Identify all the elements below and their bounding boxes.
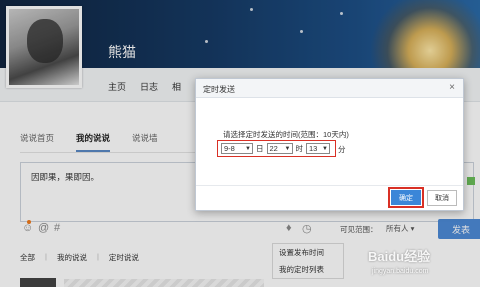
dialog-footer-divider (196, 185, 463, 186)
date-select[interactable]: 9-8 ▼ (221, 143, 253, 154)
ok-button-highlight: 确定 (388, 187, 424, 208)
minute-unit: 分 (338, 145, 346, 154)
ok-button[interactable]: 确定 (391, 190, 421, 205)
minute-select[interactable]: 13 ▼ (306, 143, 330, 154)
dialog-prompt: 请选择定时发送的时间(范围：10天内) (223, 130, 349, 139)
date-value: 9-8 (224, 144, 235, 153)
watermark: Baidu经验 jingyan.baidu.com (368, 244, 478, 284)
chevron-down-icon: ▼ (245, 145, 251, 152)
date-unit: 日 (256, 144, 264, 153)
dialog-header: 定时发送 × (196, 79, 463, 98)
minute-value: 13 (309, 144, 318, 153)
chevron-down-icon: ▼ (322, 145, 328, 152)
cancel-button[interactable]: 取消 (427, 190, 457, 206)
watermark-url: jingyan.baidu.com (372, 268, 429, 275)
dialog-title: 定时发送 (203, 85, 235, 94)
time-selector-group: 9-8 ▼ 日 22 ▼ 时 13 ▼ (217, 140, 336, 157)
hour-select[interactable]: 22 ▼ (266, 143, 293, 154)
chevron-down-icon: ▼ (284, 145, 291, 152)
watermark-logo: Baidu经验 (368, 249, 431, 264)
close-icon[interactable]: × (449, 82, 455, 93)
hour-value: 22 (269, 144, 278, 153)
hour-unit: 时 (295, 144, 304, 153)
schedule-dialog: 定时发送 × 请选择定时发送的时间(范围：10天内) 9-8 ▼ 日 22 ▼ 时 … (195, 78, 464, 211)
